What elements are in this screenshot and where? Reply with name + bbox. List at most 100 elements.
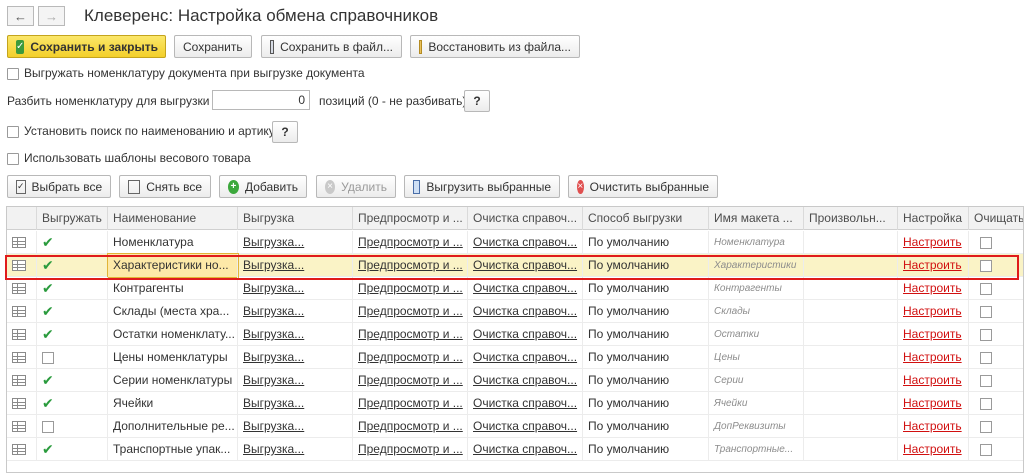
checkbox-checked-icon[interactable]: ✔ — [42, 326, 54, 342]
restore-file-button[interactable]: Восстановить из файла... — [410, 35, 580, 58]
clear-checkbox-cell[interactable] — [969, 254, 1023, 277]
name-cell[interactable]: Склады (места хра... — [108, 300, 238, 323]
search-checkbox[interactable] — [7, 126, 19, 138]
checkbox-unchecked-icon[interactable] — [980, 397, 992, 410]
name-cell[interactable]: Номенклатура — [108, 231, 238, 254]
clear-checkbox-cell[interactable] — [969, 277, 1023, 300]
header-export[interactable]: Выгружать — [37, 207, 108, 230]
clear-checkbox-cell[interactable] — [969, 369, 1023, 392]
export-checkbox-cell[interactable] — [37, 346, 108, 369]
search-help-button[interactable]: ? — [272, 121, 298, 143]
clean-link[interactable]: Очистка справоч... — [468, 392, 583, 415]
export-checkbox-cell[interactable]: ✔ — [37, 300, 108, 323]
preview-link[interactable]: Предпросмотр и ... — [353, 231, 468, 254]
table-row[interactable]: ✔ Характеристики но... Выгрузка... Предпрос… — [7, 253, 1023, 278]
clean-link[interactable]: Очистка справоч... — [468, 346, 583, 369]
clear-checkbox-cell[interactable] — [969, 300, 1023, 323]
export-checkbox-cell[interactable]: ✔ — [37, 323, 108, 346]
preview-link[interactable]: Предпросмотр и ... — [353, 346, 468, 369]
checkbox-unchecked-icon[interactable] — [42, 351, 54, 364]
upload-link[interactable]: Выгрузка... — [238, 277, 353, 300]
checkbox-checked-icon[interactable]: ✔ — [42, 372, 54, 388]
upload-link[interactable]: Выгрузка... — [238, 392, 353, 415]
table-row[interactable]: ✔ Остатки номенклату... Выгрузка... Предпро… — [7, 323, 1023, 346]
header-custom[interactable]: Произвольн... — [804, 207, 898, 230]
name-cell[interactable]: Характеристики но... — [107, 253, 239, 278]
settings-link[interactable]: Настроить — [898, 369, 969, 392]
export-checkbox-cell[interactable]: ✔ — [37, 369, 108, 392]
preview-link[interactable]: Предпросмотр и ... — [353, 369, 468, 392]
header-upload[interactable]: Выгрузка — [238, 207, 353, 230]
upload-link[interactable]: Выгрузка... — [238, 231, 353, 254]
checkbox-unchecked-icon[interactable] — [980, 328, 992, 341]
settings-link[interactable]: Настроить — [898, 392, 969, 415]
name-cell[interactable]: Ячейки — [108, 392, 238, 415]
clear-checkbox-cell[interactable] — [969, 392, 1023, 415]
export-checkbox-cell[interactable]: ✔ — [37, 438, 108, 461]
settings-link[interactable]: Настроить — [898, 323, 969, 346]
save-button[interactable]: Сохранить — [174, 35, 252, 58]
header-preview[interactable]: Предпросмотр и ... — [353, 207, 468, 230]
forward-button[interactable]: → — [38, 6, 65, 26]
export-checkbox-cell[interactable]: ✔ — [37, 277, 108, 300]
preview-link[interactable]: Предпросмотр и ... — [353, 254, 468, 277]
save-close-button[interactable]: ✓ Сохранить и закрыть — [7, 35, 166, 58]
header-name[interactable]: Наименование — [108, 207, 238, 230]
checkbox-unchecked-icon[interactable] — [980, 236, 992, 249]
clear-checkbox-cell[interactable] — [969, 346, 1023, 369]
upload-link[interactable]: Выгрузка... — [238, 369, 353, 392]
clear-checkbox-cell[interactable] — [969, 438, 1023, 461]
settings-link[interactable]: Настроить — [898, 346, 969, 369]
export-checkbox-cell[interactable]: ✔ — [37, 254, 108, 277]
header-settings[interactable]: Настройка — [898, 207, 969, 230]
clean-link[interactable]: Очистка справоч... — [468, 277, 583, 300]
name-cell[interactable]: Остатки номенклату... — [108, 323, 238, 346]
checkbox-unchecked-icon[interactable] — [980, 443, 992, 456]
weight-templates-checkbox[interactable] — [7, 153, 19, 165]
upload-link[interactable]: Выгрузка... — [238, 300, 353, 323]
table-row[interactable]: ✔ Склады (места хра... Выгрузка... Предпрос… — [7, 300, 1023, 323]
name-cell[interactable]: Цены номенклатуры — [108, 346, 238, 369]
select-all-button[interactable]: ✓ Выбрать все — [7, 175, 111, 198]
export-checkbox-cell[interactable]: ✔ — [37, 392, 108, 415]
checkbox-checked-icon[interactable]: ✔ — [42, 280, 54, 296]
checkbox-unchecked-icon[interactable] — [980, 374, 992, 387]
checkbox-checked-icon[interactable]: ✔ — [42, 257, 54, 273]
header-template[interactable]: Имя макета ... — [709, 207, 804, 230]
settings-link[interactable]: Настроить — [898, 231, 969, 254]
delete-button[interactable]: × Удалить — [316, 175, 396, 198]
preview-link[interactable]: Предпросмотр и ... — [353, 415, 468, 438]
deselect-all-button[interactable]: Снять все — [119, 175, 211, 198]
back-button[interactable]: ← — [7, 6, 34, 26]
table-row[interactable]: ✔ Ячейки Выгрузка... Предпросмотр и ... Очис… — [7, 392, 1023, 415]
header-method[interactable]: Способ выгрузки — [583, 207, 709, 230]
checkbox-unchecked-icon[interactable] — [980, 351, 992, 364]
name-cell[interactable]: Контрагенты — [108, 277, 238, 300]
preview-link[interactable]: Предпросмотр и ... — [353, 300, 468, 323]
clean-link[interactable]: Очистка справоч... — [468, 369, 583, 392]
upload-link[interactable]: Выгрузка... — [238, 415, 353, 438]
table-row[interactable]: ✔ Номенклатура Выгрузка... Предпросмотр и .… — [7, 231, 1023, 254]
split-help-button[interactable]: ? — [464, 90, 490, 112]
checkbox-checked-icon[interactable]: ✔ — [42, 303, 54, 319]
checkbox-checked-icon[interactable]: ✔ — [42, 395, 54, 411]
clear-checkbox-cell[interactable] — [969, 415, 1023, 438]
clear-checkbox-cell[interactable] — [969, 323, 1023, 346]
settings-link[interactable]: Настроить — [898, 277, 969, 300]
add-button[interactable]: + Добавить — [219, 175, 307, 198]
header-clear[interactable]: Очищать — [969, 207, 1023, 230]
settings-link[interactable]: Настроить — [898, 300, 969, 323]
clear-selected-button[interactable]: × Очистить выбранные — [568, 175, 718, 198]
checkbox-unchecked-icon[interactable] — [980, 420, 992, 433]
clear-checkbox-cell[interactable] — [969, 231, 1023, 254]
header-clean[interactable]: Очистка справоч... — [468, 207, 583, 230]
preview-link[interactable]: Предпросмотр и ... — [353, 438, 468, 461]
clean-link[interactable]: Очистка справоч... — [468, 415, 583, 438]
settings-link[interactable]: Настроить — [898, 438, 969, 461]
table-row[interactable]: ✔ Транспортные упак... Выгрузка... Предпрос… — [7, 438, 1023, 461]
export-selected-button[interactable]: Выгрузить выбранные — [404, 175, 560, 198]
table-row[interactable]: ✔ Серии номенклатуры Выгрузка... Предпросмо… — [7, 369, 1023, 392]
checkbox-checked-icon[interactable]: ✔ — [42, 234, 54, 250]
upload-link[interactable]: Выгрузка... — [238, 254, 353, 277]
upload-link[interactable]: Выгрузка... — [238, 323, 353, 346]
